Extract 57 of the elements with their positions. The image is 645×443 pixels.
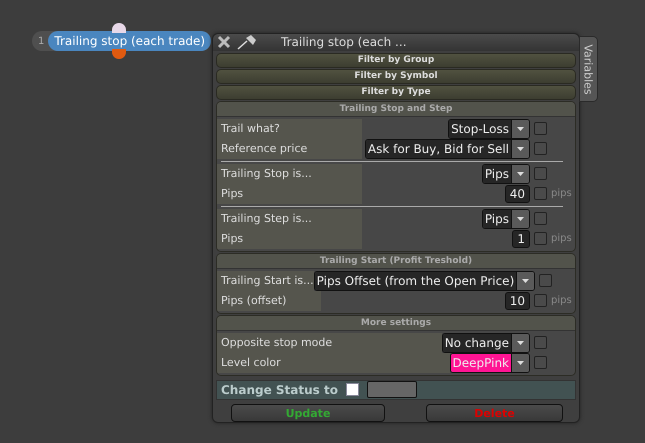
field-label: Trailing Stop is... <box>217 164 362 184</box>
checkbox[interactable] <box>534 122 547 136</box>
checkbox[interactable] <box>534 294 547 308</box>
dropdown[interactable]: Pips <box>482 208 530 229</box>
caret-icon <box>522 278 530 283</box>
side-tab[interactable]: Variables <box>579 36 598 102</box>
caret-icon <box>517 360 524 365</box>
dropdown[interactable]: Pips <box>482 164 530 184</box>
filter-header[interactable]: Filter by Group <box>216 52 576 68</box>
checkbox[interactable] <box>534 187 547 200</box>
field-label: Trailing Step is... <box>217 208 362 229</box>
node-index: 1 <box>38 36 44 46</box>
input-port[interactable] <box>112 23 126 33</box>
field-label: Pips (offset) <box>217 290 321 311</box>
unit-label: pips <box>551 233 573 244</box>
unit-label: pips <box>551 188 573 200</box>
checkbox[interactable] <box>534 356 547 370</box>
dropdown[interactable]: No change <box>442 332 530 353</box>
flow-node[interactable]: 1 Trailing stop (each trade) <box>32 31 212 51</box>
field-label: Reference price <box>217 138 362 159</box>
caret-icon <box>517 172 524 176</box>
checkbox[interactable] <box>534 336 547 350</box>
field-label: Trailing Start is... <box>217 270 314 291</box>
caret-icon <box>517 216 524 221</box>
status-checkbox[interactable] <box>346 383 359 396</box>
caret-icon <box>517 340 524 345</box>
field-label: Trail what? <box>217 118 362 139</box>
section-header: Trailing Stop and Step <box>217 102 575 117</box>
pin-icon[interactable] <box>237 34 257 50</box>
section-header: Trailing Start (Profit Treshold) <box>217 254 575 269</box>
number-field[interactable]: 1 <box>512 230 530 248</box>
node-title: Trailing stop (each trade) <box>48 31 212 51</box>
close-icon[interactable] <box>217 35 231 50</box>
field-label: Pips <box>217 184 362 204</box>
checkbox[interactable] <box>534 142 547 156</box>
section-header: More settings <box>217 316 575 331</box>
field-label: Level color <box>217 352 450 373</box>
status-field[interactable] <box>366 381 417 398</box>
panel-title: Trailing stop (each ... <box>281 35 407 50</box>
dropdown[interactable]: Pips Offset (from the Open Price) <box>314 270 536 291</box>
checkbox[interactable] <box>534 212 547 226</box>
caret-icon <box>517 146 524 151</box>
filter-header[interactable]: Filter by Type <box>216 84 576 100</box>
dropdown[interactable]: Ask for Buy, Bid for Sell <box>364 138 530 159</box>
output-port[interactable] <box>112 49 126 59</box>
field-label: Pips <box>217 228 362 249</box>
checkbox[interactable] <box>534 167 547 180</box>
number-field[interactable]: 10 <box>504 292 530 310</box>
status-label: Change Status to <box>221 382 338 397</box>
unit-label: pips <box>551 295 573 306</box>
checkbox[interactable] <box>534 232 547 246</box>
caret-icon <box>517 126 524 131</box>
checkbox[interactable] <box>539 274 552 288</box>
dropdown[interactable]: Stop-Loss <box>448 118 530 139</box>
field-label: Opposite stop mode <box>217 332 442 353</box>
filter-header[interactable]: Filter by Symbol <box>216 68 576 84</box>
number-field[interactable]: 40 <box>504 184 530 203</box>
